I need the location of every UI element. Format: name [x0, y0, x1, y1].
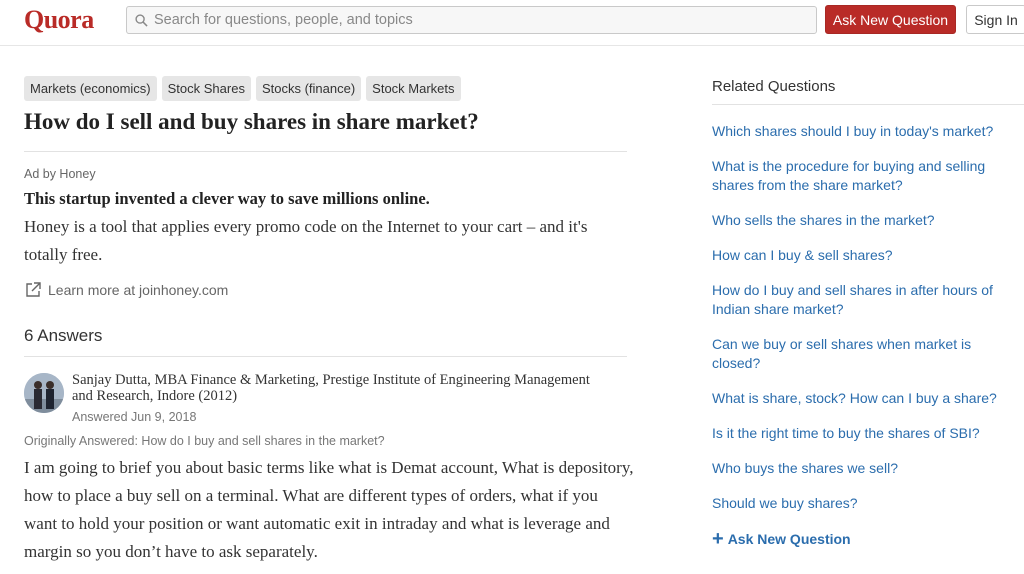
author-credential[interactable]: Sanjay Dutta, MBA Finance & Marketing, P…: [72, 372, 592, 404]
divider: [712, 104, 1024, 105]
avatar[interactable]: [24, 373, 64, 413]
list-item: Who sells the shares in the market?: [712, 211, 1012, 230]
list-item: What is the procedure for buying and sel…: [712, 157, 1012, 195]
search-input[interactable]: [154, 12, 794, 28]
related-question-link[interactable]: What is the procedure for buying and sel…: [712, 157, 1012, 195]
ask-new-question-button[interactable]: Ask New Question: [825, 5, 956, 34]
search-icon: [135, 13, 148, 27]
external-link-icon: [26, 282, 41, 297]
topic-tag[interactable]: Stocks (finance): [255, 76, 362, 101]
related-question-link[interactable]: Is it the right time to buy the shares o…: [712, 424, 1012, 443]
related-question-link[interactable]: How do I buy and sell shares in after ho…: [712, 281, 1012, 319]
ad-headline[interactable]: This startup invented a clever way to sa…: [24, 189, 430, 209]
ask-new-question-link[interactable]: + Ask New Question: [712, 528, 851, 550]
divider: [24, 356, 627, 357]
search-box[interactable]: [126, 6, 817, 34]
topic-tag[interactable]: Markets (economics): [24, 76, 157, 101]
related-question-link[interactable]: Which shares should I buy in today's mar…: [712, 122, 1012, 141]
related-question-link[interactable]: What is share, stock? How can I buy a sh…: [712, 389, 1012, 408]
answers-count: 6 Answers: [24, 326, 103, 345]
list-item: Should we buy shares?: [712, 494, 1012, 513]
list-item: Who buys the shares we sell?: [712, 459, 1012, 478]
topic-tags: Markets (economics) Stock Shares Stocks …: [24, 76, 461, 101]
list-item: How can I buy & sell shares?: [712, 246, 1012, 265]
related-question-link[interactable]: Who buys the shares we sell?: [712, 459, 1012, 478]
list-item: Which shares should I buy in today's mar…: [712, 122, 1012, 141]
sign-in-button[interactable]: Sign In: [966, 5, 1024, 34]
ask-link-label: Ask New Question: [727, 531, 851, 547]
ad-sponsor-label: Ad by Honey: [24, 167, 96, 181]
topic-tag[interactable]: Stock Shares: [161, 76, 251, 101]
related-question-link[interactable]: How can I buy & sell shares?: [712, 246, 1012, 265]
question-title[interactable]: How do I sell and buy shares in share ma…: [24, 109, 627, 135]
related-question-link[interactable]: Who sells the shares in the market?: [712, 211, 1012, 230]
related-question-link[interactable]: Can we buy or sell shares when market is…: [712, 335, 1012, 373]
list-item: Can we buy or sell shares when market is…: [712, 335, 1012, 373]
ad-body: Honey is a tool that applies every promo…: [24, 217, 588, 264]
quora-logo[interactable]: Quora: [24, 5, 94, 35]
related-questions-title: Related Questions: [712, 78, 836, 95]
answered-date[interactable]: Answered Jun 9, 2018: [72, 410, 196, 424]
ad-link-text: Learn more at joinhoney.com: [48, 282, 229, 298]
topic-tag[interactable]: Stock Markets: [366, 76, 461, 101]
list-item: What is share, stock? How can I buy a sh…: [712, 389, 1012, 408]
related-questions-list: Which shares should I buy in today's mar…: [712, 122, 1012, 529]
ad-learn-more-link[interactable]: Learn more at joinhoney.com: [24, 281, 228, 299]
top-navigation-bar: Quora Ask New Question Sign In: [0, 0, 1024, 46]
related-question-link[interactable]: Should we buy shares?: [712, 494, 1012, 513]
plus-icon: +: [712, 528, 724, 550]
answer-body: I am going to brief you about basic term…: [24, 458, 634, 561]
originally-answered[interactable]: Originally Answered: How do I buy and se…: [24, 434, 385, 448]
list-item: Is it the right time to buy the shares o…: [712, 424, 1012, 443]
list-item: How do I buy and sell shares in after ho…: [712, 281, 1012, 319]
divider: [24, 151, 627, 152]
